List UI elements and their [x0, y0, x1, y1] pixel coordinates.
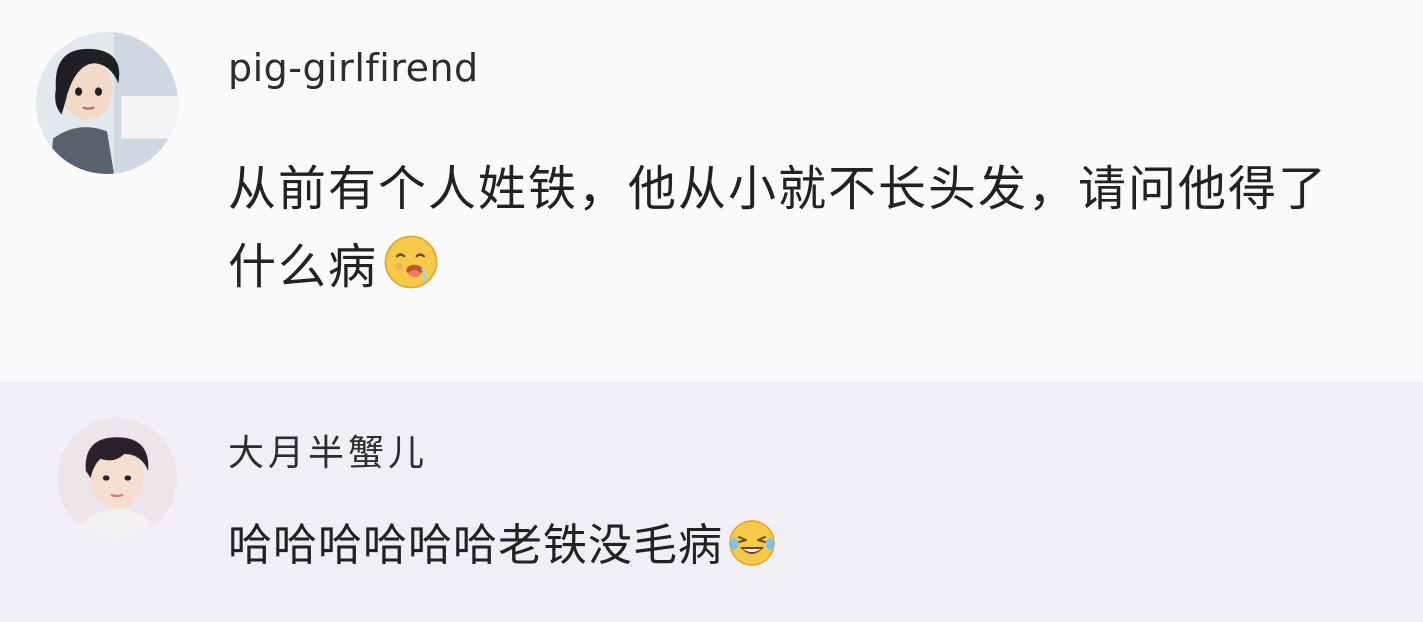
anime-girl-avatar-icon [36, 32, 178, 174]
drooling-face-icon [382, 233, 440, 291]
laughing-tears-face-icon [727, 518, 777, 568]
user-avatar[interactable] [36, 32, 178, 174]
comment-text-content: 哈哈哈哈哈哈老铁没毛病 [228, 520, 723, 571]
comment-feed: pig-girlfirend 从前有个人姓铁，他从小就不长头发，请问他得了什么病 [0, 0, 1423, 622]
comment-text: 从前有个人姓铁，他从小就不长头发，请问他得了什么病 [228, 150, 1328, 306]
user-avatar[interactable] [57, 418, 177, 538]
username[interactable]: 大月半蟹儿 [228, 424, 428, 476]
comment-text: 哈哈哈哈哈哈老铁没毛病 [228, 516, 1328, 576]
young-man-avatar-icon [57, 418, 177, 538]
comment-item: 大月半蟹儿 哈哈哈哈哈哈老铁没毛病 [0, 382, 1423, 622]
comment-item: pig-girlfirend 从前有个人姓铁，他从小就不长头发，请问他得了什么病 [0, 0, 1423, 382]
username[interactable]: pig-girlfirend [228, 46, 479, 90]
